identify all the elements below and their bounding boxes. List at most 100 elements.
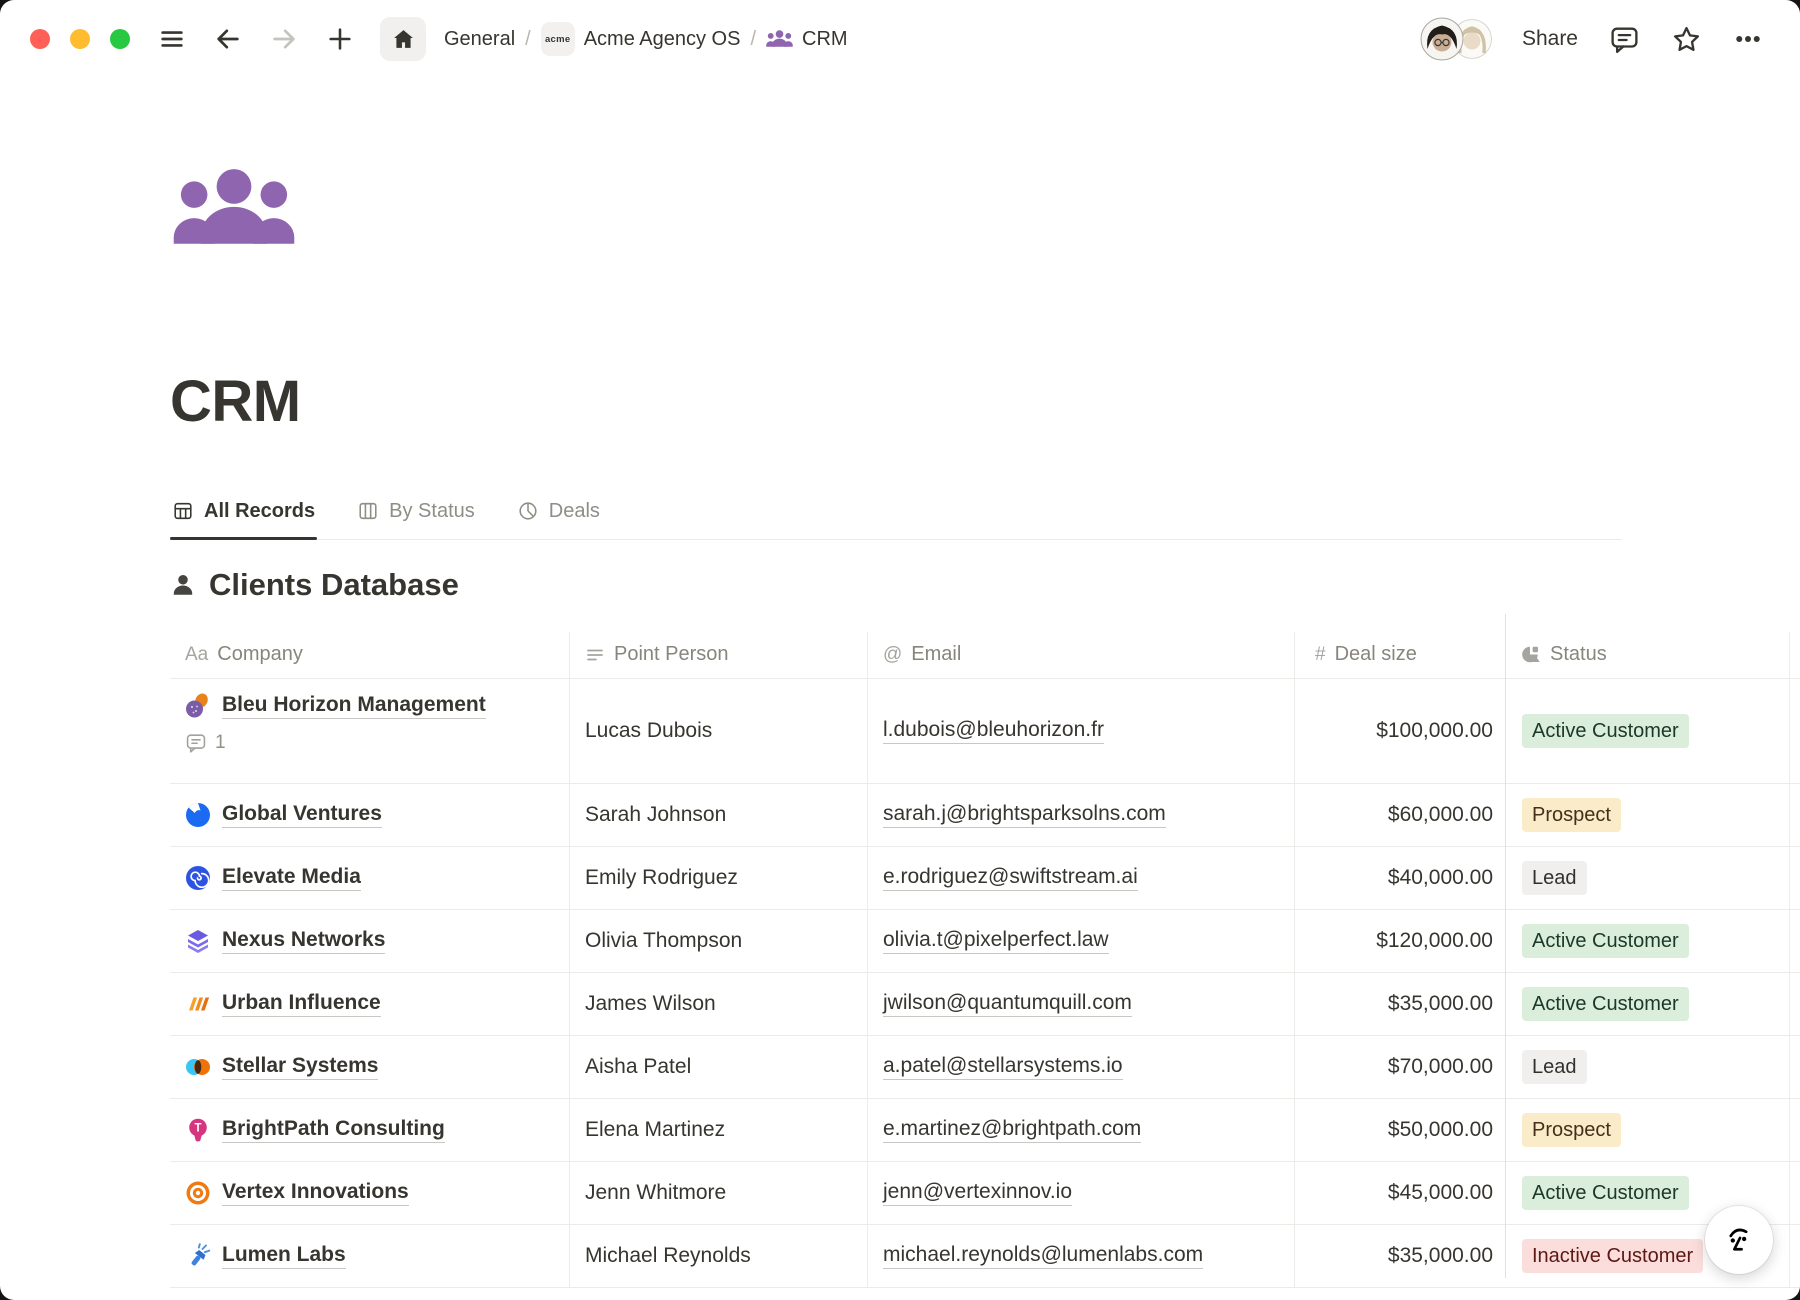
company-cell[interactable]: Vertex Innovations [170, 1162, 570, 1224]
status-badge[interactable]: Lead [1522, 1050, 1587, 1084]
home-icon[interactable] [380, 17, 426, 61]
status-badge[interactable]: Active Customer [1522, 714, 1689, 748]
email-cell[interactable]: olivia.t@pixelperfect.law [868, 910, 1295, 972]
status-badge[interactable]: Lead [1522, 861, 1587, 895]
company-link[interactable]: Elevate Media [222, 865, 361, 891]
point-person-cell[interactable]: Michael Reynolds [570, 1225, 868, 1287]
email-cell[interactable]: jenn@vertexinnov.io [868, 1162, 1295, 1224]
company-cell[interactable]: Nexus Networks [170, 910, 570, 972]
company-cell[interactable]: Bleu Horizon Management 1 [170, 679, 570, 783]
avatar[interactable] [1420, 17, 1464, 61]
status-badge[interactable]: Inactive Customer [1522, 1239, 1703, 1273]
company-link[interactable]: Lumen Labs [222, 1243, 346, 1269]
column-header-company[interactable]: AaCompany [170, 632, 570, 678]
deal-size-cell[interactable]: $50,000.00 [1295, 1099, 1505, 1161]
breadcrumb-crm[interactable]: CRM [766, 28, 848, 51]
email-link[interactable]: e.rodriguez@swiftstream.ai [883, 865, 1138, 891]
minimize-button[interactable] [70, 29, 90, 49]
deal-size-cell[interactable]: $40,000.00 [1295, 847, 1505, 909]
back-icon[interactable] [212, 17, 244, 61]
deal-size-cell[interactable]: $35,000.00 [1295, 973, 1505, 1035]
email-link[interactable]: jenn@vertexinnov.io [883, 1180, 1072, 1206]
company-link[interactable]: Stellar Systems [222, 1054, 378, 1080]
status-cell[interactable]: Active Customer [1505, 973, 1790, 1035]
company-link[interactable]: Bleu Horizon Management [222, 693, 486, 719]
status-cell[interactable]: Active Customer [1505, 910, 1790, 972]
status-cell[interactable]: Prospect [1505, 784, 1790, 846]
breadcrumb-general[interactable]: General [444, 28, 515, 51]
deal-size-cell[interactable]: $100,000.00 [1295, 679, 1505, 783]
comment-indicator[interactable]: 1 [185, 732, 226, 754]
company-link[interactable]: Urban Influence [222, 991, 381, 1017]
point-person-cell[interactable]: James Wilson [570, 973, 868, 1035]
deal-size-cell[interactable]: $60,000.00 [1295, 784, 1505, 846]
favorite-star-icon[interactable] [1670, 17, 1702, 61]
email-cell[interactable]: a.patel@stellarsystems.io [868, 1036, 1295, 1098]
deal-size-cell[interactable]: $120,000.00 [1295, 910, 1505, 972]
email-link[interactable]: l.dubois@bleuhorizon.fr [883, 718, 1104, 744]
status-badge[interactable]: Active Customer [1522, 1176, 1689, 1210]
company-cell[interactable]: Urban Influence [170, 973, 570, 1035]
status-badge[interactable]: Prospect [1522, 1113, 1621, 1147]
company-link[interactable]: Vertex Innovations [222, 1180, 409, 1206]
point-person-cell[interactable]: Sarah Johnson [570, 784, 868, 846]
company-link[interactable]: Nexus Networks [222, 928, 385, 954]
comments-icon[interactable] [1608, 17, 1640, 61]
deal-size-cell[interactable]: $35,000.00 [1295, 1225, 1505, 1287]
point-person-cell[interactable]: Olivia Thompson [570, 910, 868, 972]
status-badge[interactable]: Active Customer [1522, 924, 1689, 958]
company-link[interactable]: Global Ventures [222, 802, 382, 828]
urban-influence-logo-icon [185, 991, 211, 1017]
forward-icon[interactable] [268, 17, 300, 61]
column-header-deal-size[interactable]: #Deal size [1295, 632, 1505, 678]
tab-all-records[interactable]: All Records [170, 488, 317, 539]
email-cell[interactable]: jwilson@quantumquill.com [868, 973, 1295, 1035]
new-tab-icon[interactable] [324, 17, 356, 61]
company-link[interactable]: BrightPath Consulting [222, 1117, 445, 1143]
column-header-email[interactable]: @Email [868, 632, 1295, 678]
email-link[interactable]: olivia.t@pixelperfect.law [883, 928, 1109, 954]
company-cell[interactable]: Elevate Media [170, 847, 570, 909]
status-badge[interactable]: Active Customer [1522, 987, 1689, 1021]
status-cell[interactable]: Prospect [1505, 1099, 1790, 1161]
email-cell[interactable]: e.martinez@brightpath.com [868, 1099, 1295, 1161]
point-person-cell[interactable]: Aisha Patel [570, 1036, 868, 1098]
email-cell[interactable]: e.rodriguez@swiftstream.ai [868, 847, 1295, 909]
status-cell[interactable]: Lead [1505, 1036, 1790, 1098]
email-link[interactable]: jwilson@quantumquill.com [883, 991, 1132, 1017]
company-cell[interactable]: Global Ventures [170, 784, 570, 846]
page-icon[interactable] [172, 164, 296, 258]
point-person-cell[interactable]: Elena Martinez [570, 1099, 868, 1161]
company-cell[interactable]: Lumen Labs [170, 1225, 570, 1287]
point-person-cell[interactable]: Lucas Dubois [570, 679, 868, 783]
status-badge[interactable]: Prospect [1522, 798, 1621, 832]
company-cell[interactable]: Stellar Systems [170, 1036, 570, 1098]
more-options-icon[interactable] [1732, 17, 1764, 61]
row-spacer [1790, 679, 1800, 783]
notion-ai-button[interactable] [1705, 1206, 1773, 1274]
email-link[interactable]: e.martinez@brightpath.com [883, 1117, 1141, 1143]
email-link[interactable]: michael.reynolds@lumenlabs.com [883, 1243, 1203, 1269]
email-cell[interactable]: sarah.j@brightsparksolns.com [868, 784, 1295, 846]
status-cell[interactable]: Lead [1505, 847, 1790, 909]
email-cell[interactable]: michael.reynolds@lumenlabs.com [868, 1225, 1295, 1287]
column-header-point-person[interactable]: Point Person [570, 632, 868, 678]
email-link[interactable]: sarah.j@brightsparksolns.com [883, 802, 1166, 828]
deal-size-cell[interactable]: $45,000.00 [1295, 1162, 1505, 1224]
tab-by-status[interactable]: By Status [355, 488, 477, 539]
menu-icon[interactable] [156, 17, 188, 61]
deal-size-value: $35,000.00 [1388, 1244, 1493, 1268]
close-button[interactable] [30, 29, 50, 49]
email-link[interactable]: a.patel@stellarsystems.io [883, 1054, 1123, 1080]
status-cell[interactable]: Active Customer [1505, 679, 1790, 783]
point-person-cell[interactable]: Emily Rodriguez [570, 847, 868, 909]
breadcrumb-workspace[interactable]: acme Acme Agency OS [541, 22, 741, 56]
deal-size-cell[interactable]: $70,000.00 [1295, 1036, 1505, 1098]
point-person-cell[interactable]: Jenn Whitmore [570, 1162, 868, 1224]
zoom-button[interactable] [110, 29, 130, 49]
tab-deals[interactable]: Deals [515, 488, 602, 539]
share-button[interactable]: Share [1522, 27, 1578, 51]
column-header-status[interactable]: Status [1505, 632, 1790, 678]
company-cell[interactable]: T BrightPath Consulting [170, 1099, 570, 1161]
email-cell[interactable]: l.dubois@bleuhorizon.fr [868, 679, 1295, 783]
